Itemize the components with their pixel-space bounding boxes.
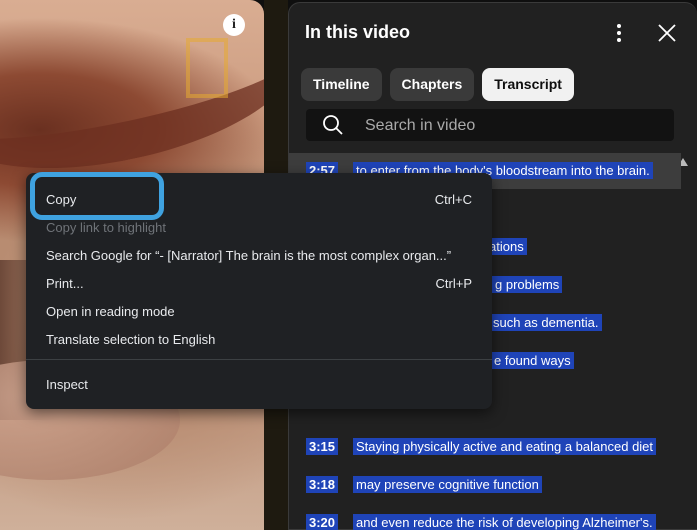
search-placeholder: Search in video xyxy=(365,117,476,134)
tab-timeline[interactable]: Timeline xyxy=(301,68,382,101)
transcript-text: e found ways xyxy=(491,352,574,369)
transcript-row[interactable]: 3:18 may preserve cognitive function xyxy=(289,467,681,503)
menu-item-open-in-reading-mode[interactable]: Open in reading mode xyxy=(26,297,492,325)
search-in-video-input[interactable]: Search in video xyxy=(306,109,674,141)
panel-tabs: Timeline Chapters Transcript xyxy=(301,68,574,101)
menu-item-label: Search Google for “- [Narrator] The brai… xyxy=(46,248,452,263)
screen: i In this video Timeline Chapters Transc… xyxy=(0,0,697,530)
menu-item-label: Copy link to highlight xyxy=(46,220,166,235)
transcript-text: Staying physically active and eating a b… xyxy=(353,438,657,455)
menu-item-copy[interactable]: Copy Ctrl+C xyxy=(26,185,492,213)
menu-separator xyxy=(26,359,492,360)
menu-item-shortcut: Ctrl+C xyxy=(434,192,472,207)
info-icon[interactable]: i xyxy=(223,14,245,36)
video-focus-box xyxy=(186,38,228,98)
more-options-icon[interactable] xyxy=(609,21,629,45)
search-icon xyxy=(323,115,343,135)
transcript-timestamp: 3:18 xyxy=(306,476,339,493)
menu-item-label: Print... xyxy=(46,276,84,291)
tab-transcript[interactable]: Transcript xyxy=(482,68,574,101)
menu-item-label: Translate selection to English xyxy=(46,332,216,347)
menu-item-shortcut: Ctrl+P xyxy=(435,276,472,291)
transcript-text: and even reduce the risk of developing A… xyxy=(353,514,656,530)
menu-item-copy-link-to-highlight: Copy link to highlight xyxy=(26,213,492,241)
menu-item-print[interactable]: Print... Ctrl+P xyxy=(26,269,492,297)
transcript-text: such as dementia. xyxy=(490,314,602,331)
transcript-text: g problems xyxy=(492,276,563,293)
transcript-text: may preserve cognitive function xyxy=(353,476,542,493)
transcript-row[interactable]: 3:15 Staying physically active and eatin… xyxy=(289,429,681,465)
transcript-timestamp: 3:15 xyxy=(306,438,339,455)
transcript-text: ations xyxy=(486,238,527,255)
menu-item-label: Copy xyxy=(46,192,77,207)
menu-item-search-google[interactable]: Search Google for “- [Narrator] The brai… xyxy=(26,241,492,269)
tab-chapters[interactable]: Chapters xyxy=(389,68,475,101)
transcript-row[interactable]: 3:20 and even reduce the risk of develop… xyxy=(289,505,681,530)
menu-item-inspect[interactable]: Inspect xyxy=(26,370,492,398)
transcript-timestamp: 3:20 xyxy=(306,514,339,530)
menu-item-label: Inspect xyxy=(46,377,88,392)
close-icon[interactable] xyxy=(655,21,679,45)
menu-item-label: Open in reading mode xyxy=(46,304,175,319)
panel-title: In this video xyxy=(305,22,411,42)
menu-item-translate-selection[interactable]: Translate selection to English xyxy=(26,325,492,353)
context-menu: Copy Ctrl+C Copy link to highlight Searc… xyxy=(26,173,492,409)
